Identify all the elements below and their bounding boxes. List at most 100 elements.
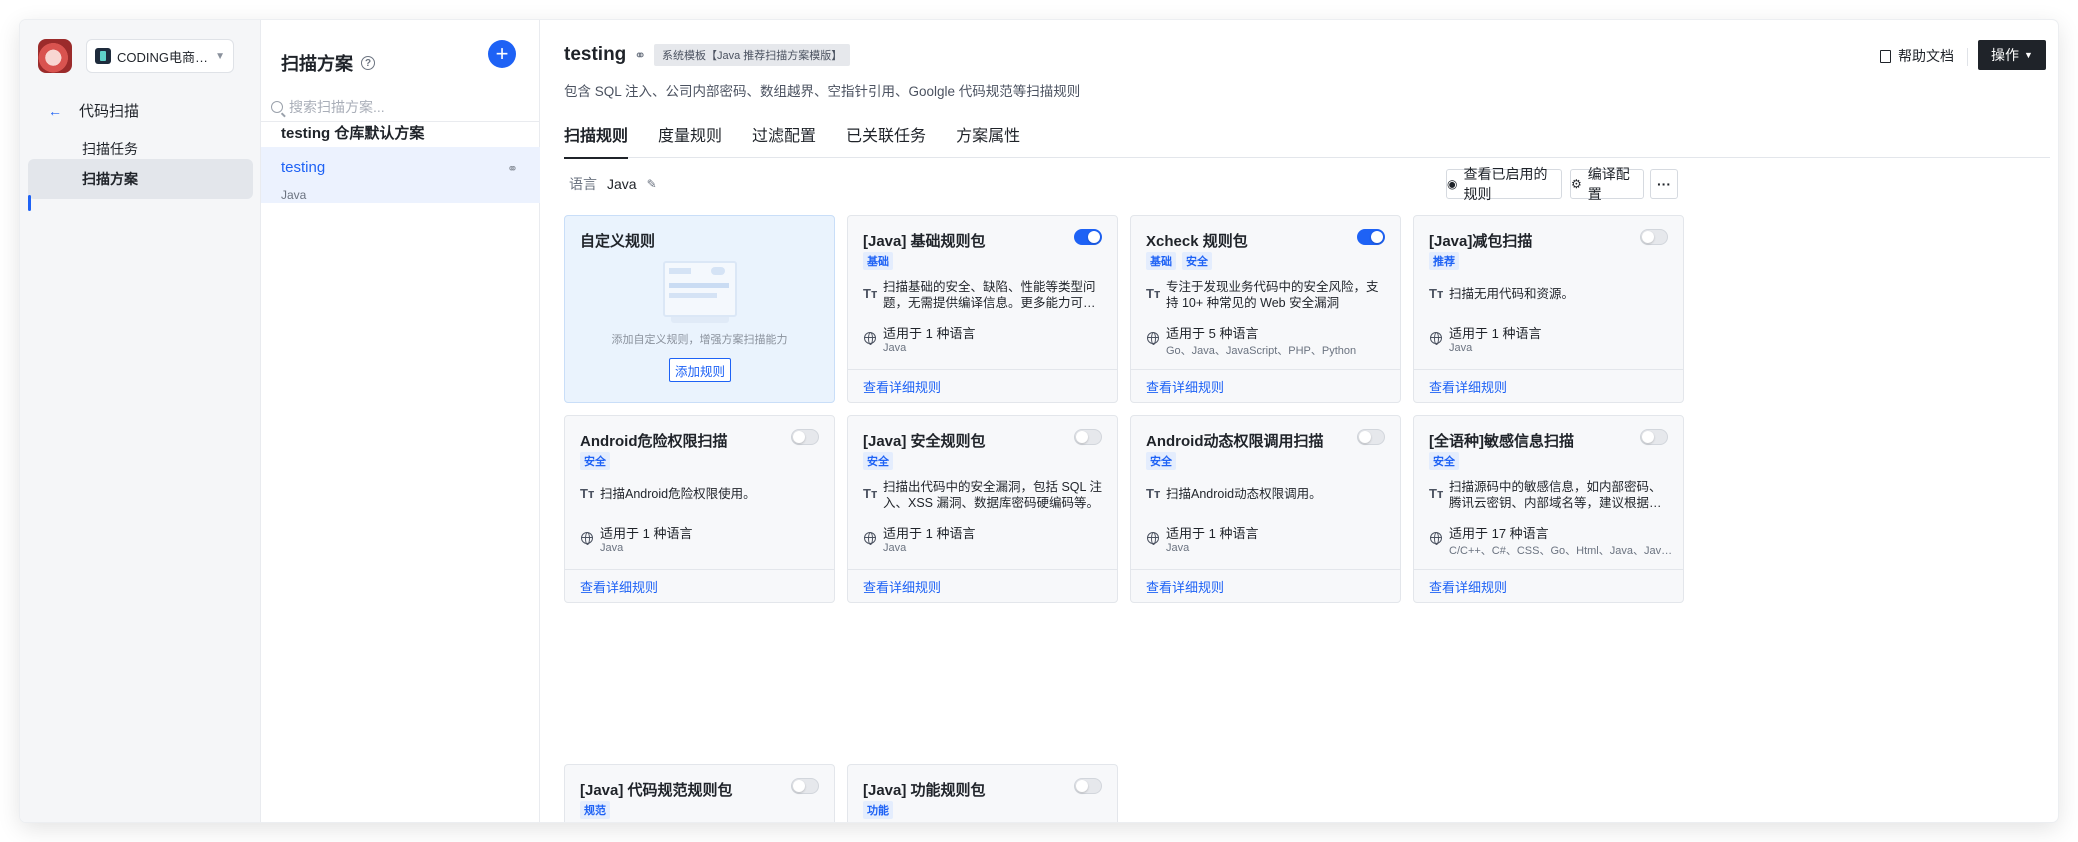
rule-card: [Java] 基础规则包 基础 Tт 扫描基础的安全、缺陷、性能等类型问题，无需… [847, 215, 1118, 403]
enable-toggle[interactable] [791, 778, 819, 794]
compile-config-label: 编译配置 [1587, 166, 1630, 202]
enable-toggle[interactable] [1074, 778, 1102, 794]
text-icon: Tт [1429, 486, 1444, 501]
tab-scan-rules[interactable]: 扫描规则 [564, 120, 629, 159]
text-icon: Tт [863, 486, 878, 501]
tab-filter-config[interactable]: 过滤配置 [752, 120, 816, 158]
scheme-name: testing 仓库默认方案 [281, 125, 425, 142]
scheme-item-active[interactable]: testing Java ⚭ [261, 147, 540, 203]
card-description: 扫描出代码中的安全漏洞，包括 SQL 注入、XSS 漏洞、数据库密码硬编码等。 [883, 480, 1102, 510]
tag: 功能 [863, 801, 893, 819]
page-title: testing [564, 44, 627, 65]
app-window: CODING电商平... ▼ ← 代码扫描 扫描任务 扫描方案 扫描方案 ? +… [20, 20, 2058, 822]
avatar[interactable] [38, 39, 72, 73]
rule-card: Android动态权限调用扫描 安全 Tт 扫描Android动态权限调用。 适… [1130, 415, 1401, 603]
help-doc-link[interactable]: 帮助文档 [1880, 46, 1954, 66]
enable-toggle[interactable] [1640, 429, 1668, 445]
language-list: Java [1166, 542, 1190, 554]
enable-toggle[interactable] [1357, 229, 1385, 245]
view-enabled-label: 查看已启用的规则 [1463, 166, 1548, 202]
eye-icon: ◉ [1447, 177, 1458, 191]
link-icon[interactable]: ⚭ [507, 161, 518, 177]
help-doc-label: 帮助文档 [1898, 48, 1954, 64]
team-icon [95, 48, 111, 64]
view-details-link[interactable]: 查看详细规则 [1414, 569, 1683, 603]
more-button[interactable]: ··· [1650, 169, 1678, 199]
globe-icon [864, 532, 876, 545]
card-tags: 安全 [863, 452, 893, 470]
view-enabled-rules-button[interactable]: ◉ 查看已启用的规则 [1446, 166, 1562, 202]
team-selector[interactable]: CODING电商平... ▼ [86, 39, 234, 73]
compile-config-button[interactable]: ⚙ 编译配置 [1570, 166, 1644, 202]
add-rule-button[interactable]: 添加规则 [669, 358, 731, 382]
add-scheme-button[interactable]: + [488, 40, 516, 68]
list-header: 扫描方案 ? [281, 50, 375, 76]
tab-metric-rules[interactable]: 度量规则 [658, 120, 722, 158]
card-title: Xcheck 规则包 [1146, 233, 1248, 250]
tab-bar: 扫描规则 度量规则 过滤配置 已关联任务 方案属性 [564, 120, 2050, 159]
more-icon: ··· [1657, 176, 1671, 192]
active-marker [28, 195, 31, 211]
help-icon[interactable]: ? [361, 56, 375, 70]
view-details-link[interactable]: 查看详细规则 [565, 569, 834, 603]
tag: 规范 [580, 801, 610, 819]
doc-icon [1880, 49, 1891, 63]
custom-rule-hint: 添加自定义规则，增强方案扫描能力 [611, 334, 788, 346]
language-list: Go、Java、JavaScript、PHP、Python [1166, 345, 1357, 357]
search-input[interactable] [289, 98, 509, 115]
list-title: 扫描方案 [281, 54, 353, 74]
applies-count: 适用于 17 种语言 [1449, 526, 1549, 541]
view-details-link[interactable]: 查看详细规则 [1131, 569, 1400, 603]
nav-top: CODING电商平... ▼ [38, 38, 234, 74]
view-details-link[interactable]: 查看详细规则 [848, 369, 1117, 403]
tag: 安全 [1429, 452, 1459, 470]
enable-toggle[interactable] [1357, 429, 1385, 445]
operate-button[interactable]: 操作 ▼ [1978, 40, 2046, 70]
card-title: [Java] 功能规则包 [863, 782, 986, 799]
tab-linked-tasks[interactable]: 已关联任务 [846, 120, 926, 158]
card-description: 扫描源码中的敏感信息，如内部密码、腾讯云密钥、内部域名等，建议根据团队实际情况配… [1449, 480, 1662, 510]
card-description: 扫描无用代码和资源。 [1449, 287, 1575, 301]
tab-scheme-properties[interactable]: 方案属性 [956, 120, 1020, 158]
rule-card: [Java]减包扫描 推荐 Tт 扫描无用代码和资源。 适用于 1 种语言 Ja… [1413, 215, 1684, 403]
tag: 基础 [863, 252, 893, 270]
card-title: [Java] 安全规则包 [863, 433, 986, 450]
text-icon: Tт [580, 486, 595, 501]
card-title: [全语种]敏感信息扫描 [1429, 433, 1574, 450]
card-tags: 安全 [580, 452, 610, 470]
text-icon: Tт [1146, 286, 1161, 301]
left-nav: CODING电商平... ▼ ← 代码扫描 扫描任务 扫描方案 [20, 20, 261, 822]
edit-icon[interactable]: ✎ [647, 177, 657, 191]
language-label: 语言 [569, 176, 597, 192]
card-title: Android危险权限扫描 [580, 433, 728, 450]
back-arrow-icon[interactable]: ← [45, 101, 65, 121]
text-icon: Tт [863, 286, 878, 301]
title-row: testing ⚭ 系统模板【Java 推荐扫描方案模版】 [564, 44, 851, 66]
card-title: Android动态权限调用扫描 [1146, 433, 1324, 450]
nav-item-label: 扫描任务 [82, 141, 138, 157]
view-details-link[interactable]: 查看详细规则 [1131, 369, 1400, 403]
card-title: [Java] 基础规则包 [863, 233, 986, 250]
applies-count: 适用于 1 种语言 [600, 526, 693, 541]
globe-icon [581, 532, 593, 545]
chevron-down-icon: ▼ [2024, 50, 2033, 60]
enable-toggle[interactable] [1074, 229, 1102, 245]
tag: 安全 [580, 452, 610, 470]
enable-toggle[interactable] [1640, 229, 1668, 245]
enable-toggle[interactable] [791, 429, 819, 445]
view-details-link[interactable]: 查看详细规则 [848, 569, 1117, 603]
applies-count: 适用于 1 种语言 [1166, 526, 1259, 541]
rule-card: Xcheck 规则包 基础 安全 Tт 专注于发现业务代码中的安全风险，支持 1… [1130, 215, 1401, 403]
settings-sliders-icon: ⚙ [1571, 177, 1582, 191]
card-title: 自定义规则 [580, 233, 656, 250]
view-details-link[interactable]: 查看详细规则 [1414, 369, 1683, 403]
text-icon: Tт [1429, 286, 1444, 301]
tag: 基础 [1146, 252, 1176, 270]
applies-count: 适用于 1 种语言 [883, 326, 976, 341]
link-icon[interactable]: ⚭ [634, 47, 646, 64]
enable-toggle[interactable] [1074, 429, 1102, 445]
language-list: Java [883, 342, 907, 354]
back-row[interactable]: ← 代码扫描 [45, 100, 139, 121]
nav-item-scan-schemes[interactable]: 扫描方案 [28, 159, 253, 199]
card-description: 专注于发现业务代码中的安全风险，支持 10+ 种常见的 Web 安全漏洞 [1166, 280, 1379, 310]
